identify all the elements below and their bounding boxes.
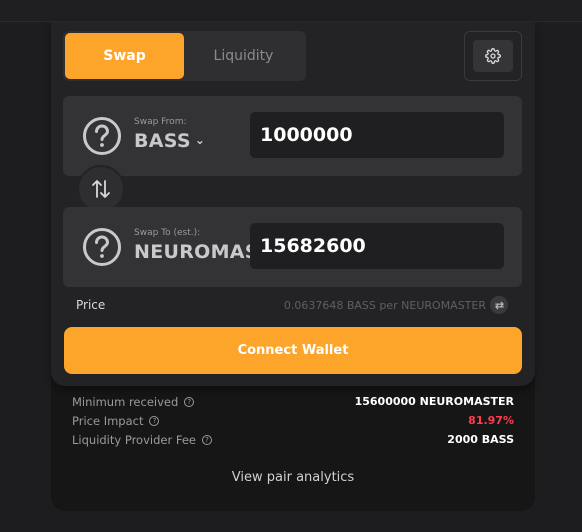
minimum-received-text: Minimum received bbox=[72, 395, 179, 409]
price-impact-text: Price Impact bbox=[72, 414, 144, 428]
settings-inner bbox=[473, 40, 513, 72]
swap-to-label: Swap To (est.): bbox=[134, 228, 201, 238]
price-impact-row: Price Impact? 81.97% bbox=[72, 414, 514, 430]
minimum-received-value: 15600000 NEUROMASTER bbox=[354, 395, 514, 408]
question-circle-icon bbox=[83, 117, 121, 155]
from-token-selector[interactable]: BASS ⌄ bbox=[134, 130, 205, 152]
price-impact-value: 81.97% bbox=[468, 414, 514, 427]
price-impact-label: Price Impact? bbox=[72, 414, 160, 428]
tab-liquidity[interactable]: Liquidity bbox=[184, 33, 303, 79]
price-invert-button[interactable] bbox=[490, 296, 508, 314]
lp-fee-label: Liquidity Provider Fee? bbox=[72, 433, 212, 447]
to-amount-input[interactable] bbox=[250, 223, 504, 269]
to-token-selector[interactable]: NEUROMASTER bbox=[134, 241, 252, 263]
price-label: Price bbox=[76, 298, 106, 312]
to-token-symbol: NEUROMASTER bbox=[134, 241, 252, 263]
price-value: 0.0637648 BASS per NEUROMASTER bbox=[283, 299, 486, 312]
swap-arrows-icon bbox=[92, 180, 110, 198]
connect-wallet-button[interactable]: Connect Wallet bbox=[64, 327, 522, 374]
help-icon[interactable]: ? bbox=[202, 435, 212, 445]
swap-direction-button[interactable] bbox=[77, 165, 125, 213]
question-circle-icon bbox=[83, 228, 121, 266]
help-icon[interactable]: ? bbox=[149, 416, 160, 426]
settings-button[interactable] bbox=[464, 31, 522, 81]
refresh-icon bbox=[494, 301, 504, 309]
tab-bar: Swap Liquidity bbox=[63, 31, 306, 81]
chevron-down-icon: ⌄ bbox=[194, 133, 206, 147]
from-token-symbol: BASS bbox=[134, 130, 191, 152]
tab-swap[interactable]: Swap bbox=[65, 33, 184, 79]
swap-from-label: Swap From: bbox=[134, 117, 187, 127]
from-amount-input[interactable] bbox=[250, 112, 504, 158]
swap-to-panel: Swap To (est.): NEUROMASTER bbox=[63, 207, 522, 287]
help-icon[interactable]: ? bbox=[184, 397, 195, 407]
swap-from-panel: Swap From: BASS ⌄ bbox=[63, 96, 522, 176]
lp-fee-value: 2000 BASS bbox=[447, 433, 514, 446]
top-bar bbox=[0, 0, 582, 22]
minimum-received-label: Minimum received? bbox=[72, 395, 195, 409]
gear-icon bbox=[485, 48, 501, 64]
lp-fee-text: Liquidity Provider Fee bbox=[72, 433, 196, 447]
minimum-received-row: Minimum received? 15600000 NEUROMASTER bbox=[72, 395, 514, 411]
view-pair-analytics-link[interactable]: View pair analytics bbox=[51, 470, 535, 485]
lp-fee-row: Liquidity Provider Fee? 2000 BASS bbox=[72, 433, 514, 449]
